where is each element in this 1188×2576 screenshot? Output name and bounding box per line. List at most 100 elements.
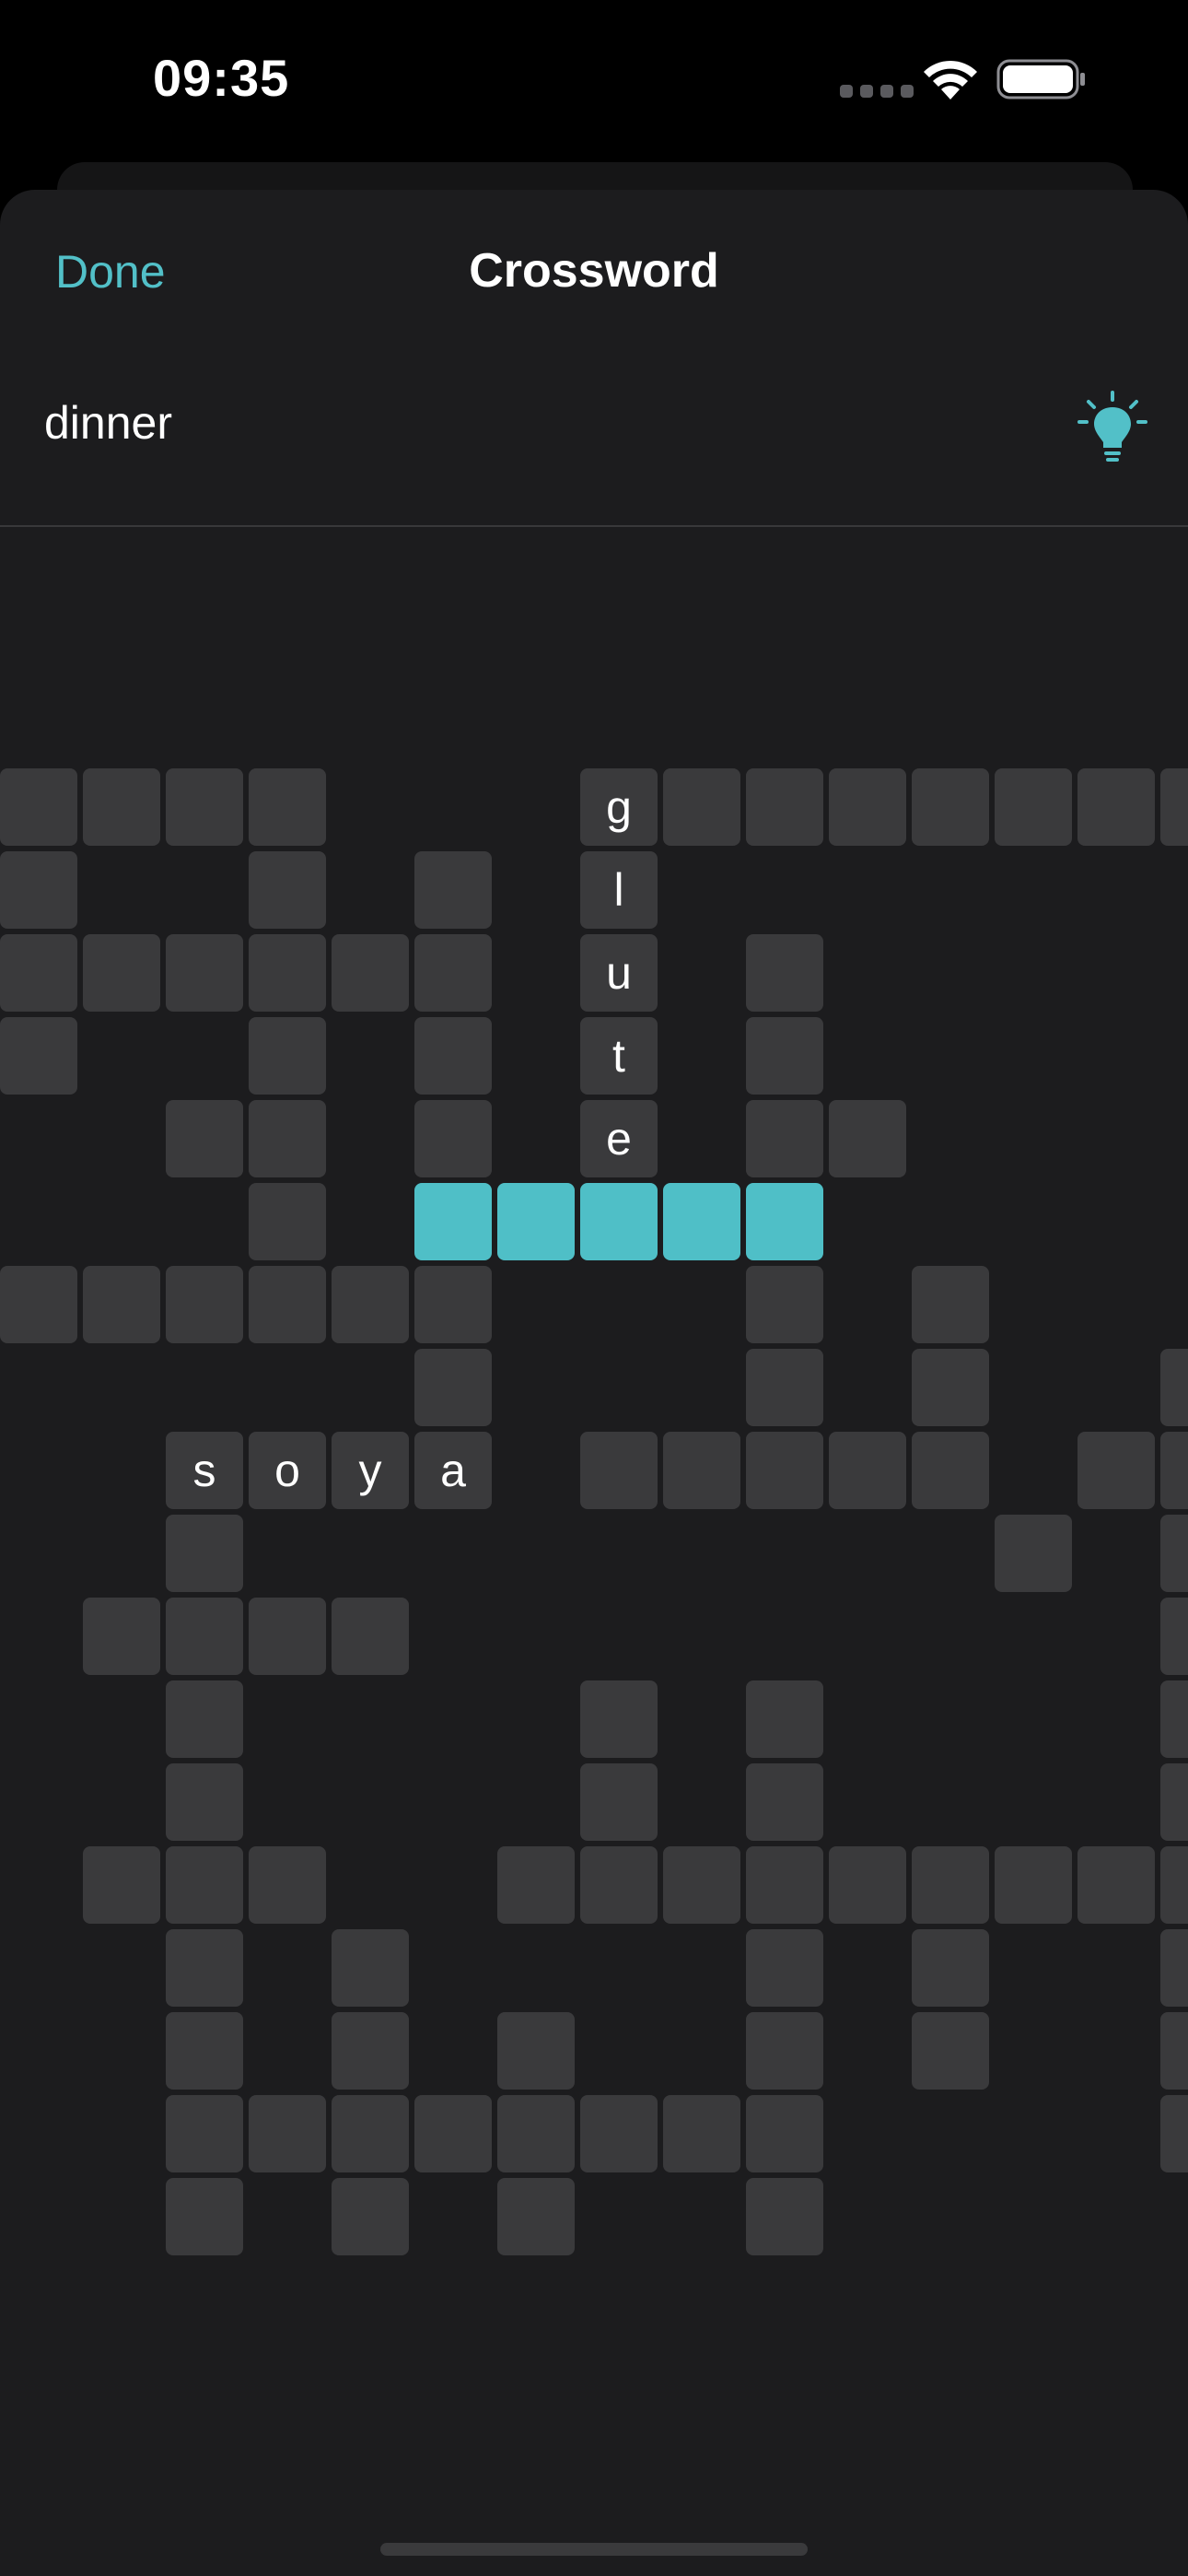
grid-cell[interactable] — [249, 1846, 326, 1924]
grid-cell[interactable] — [497, 1183, 575, 1260]
grid-cell[interactable] — [580, 1432, 658, 1509]
grid-cell[interactable] — [0, 934, 77, 1012]
grid-cell[interactable] — [249, 851, 326, 929]
grid-cell[interactable] — [166, 1515, 243, 1592]
grid-cell[interactable] — [249, 1183, 326, 1260]
grid-cell[interactable] — [83, 1846, 160, 1924]
grid-cell[interactable] — [249, 1266, 326, 1343]
grid-cell[interactable] — [912, 768, 989, 846]
grid-cell[interactable] — [1160, 1680, 1188, 1758]
grid-cell[interactable] — [249, 1100, 326, 1177]
grid-cell[interactable] — [332, 1598, 409, 1675]
grid-cell[interactable] — [1077, 1432, 1155, 1509]
grid-cell[interactable] — [995, 1846, 1072, 1924]
grid-cell[interactable] — [1160, 1598, 1188, 1675]
grid-cell[interactable] — [746, 1017, 823, 1095]
grid-cell[interactable] — [249, 1598, 326, 1675]
grid-cell[interactable] — [1077, 768, 1155, 846]
grid-cell[interactable] — [746, 2095, 823, 2172]
grid-cell[interactable] — [746, 1100, 823, 1177]
grid-cell[interactable] — [166, 1266, 243, 1343]
grid-cell[interactable] — [746, 2178, 823, 2255]
grid-cell[interactable] — [83, 1266, 160, 1343]
grid-cell[interactable] — [166, 2012, 243, 2090]
grid-cell[interactable] — [1160, 1763, 1188, 1841]
grid-cell[interactable] — [580, 1763, 658, 1841]
grid-cell[interactable] — [332, 1266, 409, 1343]
grid-cell[interactable] — [746, 2012, 823, 2090]
grid-cell[interactable] — [746, 1266, 823, 1343]
grid-cell[interactable] — [746, 768, 823, 846]
grid-cell[interactable]: e — [580, 1100, 658, 1177]
grid-cell[interactable] — [166, 934, 243, 1012]
grid-cell[interactable] — [746, 1680, 823, 1758]
grid-cell[interactable] — [580, 1183, 658, 1260]
grid-cell[interactable] — [166, 1763, 243, 1841]
home-indicator[interactable] — [380, 2543, 808, 2556]
grid-cell[interactable] — [746, 1929, 823, 2007]
grid-cell[interactable] — [663, 1183, 740, 1260]
grid-cell[interactable] — [414, 2095, 492, 2172]
grid-cell[interactable] — [166, 2178, 243, 2255]
grid-cell[interactable] — [166, 1100, 243, 1177]
grid-cell[interactable] — [746, 1432, 823, 1509]
grid-cell[interactable] — [166, 1929, 243, 2007]
grid-cell[interactable] — [83, 768, 160, 846]
grid-cell[interactable] — [83, 934, 160, 1012]
grid-cell[interactable] — [1160, 2012, 1188, 2090]
grid-cell[interactable] — [1160, 1929, 1188, 2007]
grid-cell[interactable] — [497, 2178, 575, 2255]
grid-cell[interactable] — [249, 934, 326, 1012]
grid-cell[interactable] — [332, 2012, 409, 2090]
grid-cell[interactable] — [0, 1017, 77, 1095]
grid-cell[interactable] — [249, 1017, 326, 1095]
grid-cell[interactable] — [1160, 1846, 1188, 1924]
grid-cell[interactable] — [497, 1846, 575, 1924]
grid-cell[interactable] — [497, 2095, 575, 2172]
grid-cell[interactable]: s — [166, 1432, 243, 1509]
grid-cell[interactable] — [829, 1100, 906, 1177]
grid-cell[interactable] — [414, 1100, 492, 1177]
grid-cell[interactable] — [663, 768, 740, 846]
grid-cell[interactable] — [663, 1432, 740, 1509]
grid-cell[interactable] — [166, 1846, 243, 1924]
grid-cell[interactable] — [166, 1680, 243, 1758]
grid-cell[interactable] — [912, 1266, 989, 1343]
grid-cell[interactable] — [912, 1432, 989, 1509]
grid-cell[interactable] — [414, 851, 492, 929]
grid-cell[interactable] — [0, 768, 77, 846]
grid-cell[interactable] — [829, 1846, 906, 1924]
grid-cell[interactable] — [332, 2095, 409, 2172]
grid-cell[interactable] — [332, 2178, 409, 2255]
grid-cell[interactable] — [1160, 1515, 1188, 1592]
grid-cell[interactable]: u — [580, 934, 658, 1012]
grid-cell[interactable] — [995, 1515, 1072, 1592]
grid-cell[interactable] — [995, 768, 1072, 846]
grid-cell[interactable] — [912, 1349, 989, 1426]
grid-cell[interactable] — [249, 2095, 326, 2172]
grid-cell[interactable] — [829, 1432, 906, 1509]
grid-cell[interactable] — [414, 1349, 492, 1426]
grid-cell[interactable] — [1160, 2095, 1188, 2172]
grid-cell[interactable] — [912, 1846, 989, 1924]
grid-cell[interactable] — [414, 934, 492, 1012]
grid-cell[interactable] — [829, 768, 906, 846]
grid-cell[interactable]: t — [580, 1017, 658, 1095]
grid-cell[interactable]: g — [580, 768, 658, 846]
grid-cell[interactable] — [746, 1183, 823, 1260]
grid-cell[interactable] — [414, 1017, 492, 1095]
grid-cell[interactable] — [0, 1266, 77, 1343]
grid-cell[interactable] — [166, 768, 243, 846]
grid-cell[interactable]: o — [249, 1432, 326, 1509]
grid-cell[interactable] — [249, 768, 326, 846]
grid-cell[interactable] — [83, 1598, 160, 1675]
grid-cell[interactable] — [1160, 1349, 1188, 1426]
grid-cell[interactable] — [746, 1349, 823, 1426]
grid-cell[interactable] — [0, 851, 77, 929]
grid-cell[interactable] — [912, 1929, 989, 2007]
grid-cell[interactable]: a — [414, 1432, 492, 1509]
grid-cell[interactable] — [663, 1846, 740, 1924]
grid-cell[interactable] — [414, 1266, 492, 1343]
grid-cell[interactable] — [332, 1929, 409, 2007]
grid-cell[interactable]: y — [332, 1432, 409, 1509]
